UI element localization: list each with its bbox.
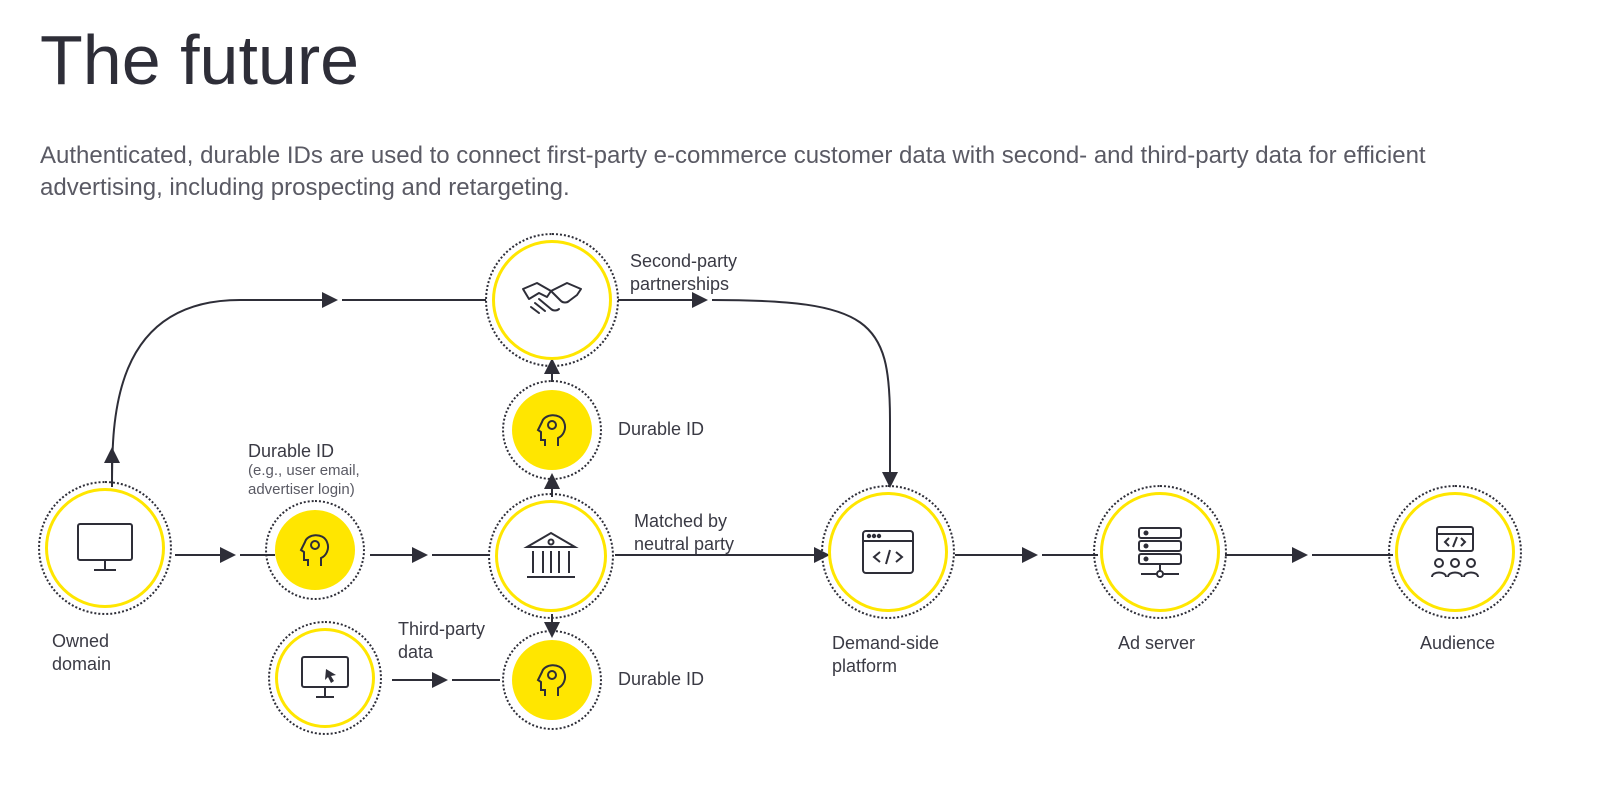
label-owned-domain: Owned domain <box>52 630 111 675</box>
label-third-party: Third-party data <box>398 618 485 663</box>
sublabel-durable-id-1: (e.g., user email, advertiser login) <box>248 462 360 500</box>
label-audience: Audience <box>1420 632 1495 655</box>
label-durable-id-1: Durable ID <box>248 440 334 463</box>
label-second-party: Second-party partnerships <box>630 250 737 295</box>
label-dsp: Demand-side platform <box>832 632 939 677</box>
node-owned-domain <box>45 488 165 608</box>
node-ad-server <box>1100 492 1220 612</box>
node-durable-id-bottom <box>512 640 592 720</box>
diagram-page: The future Authenticated, durable IDs ar… <box>0 0 1600 812</box>
label-neutral-party: Matched by neutral party <box>634 510 734 555</box>
handshake-icon <box>492 240 612 360</box>
label-durable-id-bottom: Durable ID <box>618 668 704 691</box>
node-audience <box>1395 492 1515 612</box>
node-durable-id-top <box>512 390 592 470</box>
label-ad-server: Ad server <box>1118 632 1195 655</box>
page-title: The future <box>40 20 359 100</box>
label-durable-id-top: Durable ID <box>618 418 704 441</box>
head-icon <box>512 640 592 720</box>
node-second-party <box>492 240 612 360</box>
head-icon <box>512 390 592 470</box>
monitor-cursor-icon <box>275 628 375 728</box>
node-dsp <box>828 492 948 612</box>
node-neutral-party <box>495 500 607 612</box>
bank-icon <box>495 500 607 612</box>
node-durable-id-1 <box>275 510 355 590</box>
connector-lines <box>0 0 1600 812</box>
monitor-icon <box>45 488 165 608</box>
browser-code-icon <box>828 492 948 612</box>
node-third-party <box>275 628 375 728</box>
audience-icon <box>1395 492 1515 612</box>
page-subtitle: Authenticated, durable IDs are used to c… <box>40 140 1440 205</box>
head-icon <box>275 510 355 590</box>
server-icon <box>1100 492 1220 612</box>
